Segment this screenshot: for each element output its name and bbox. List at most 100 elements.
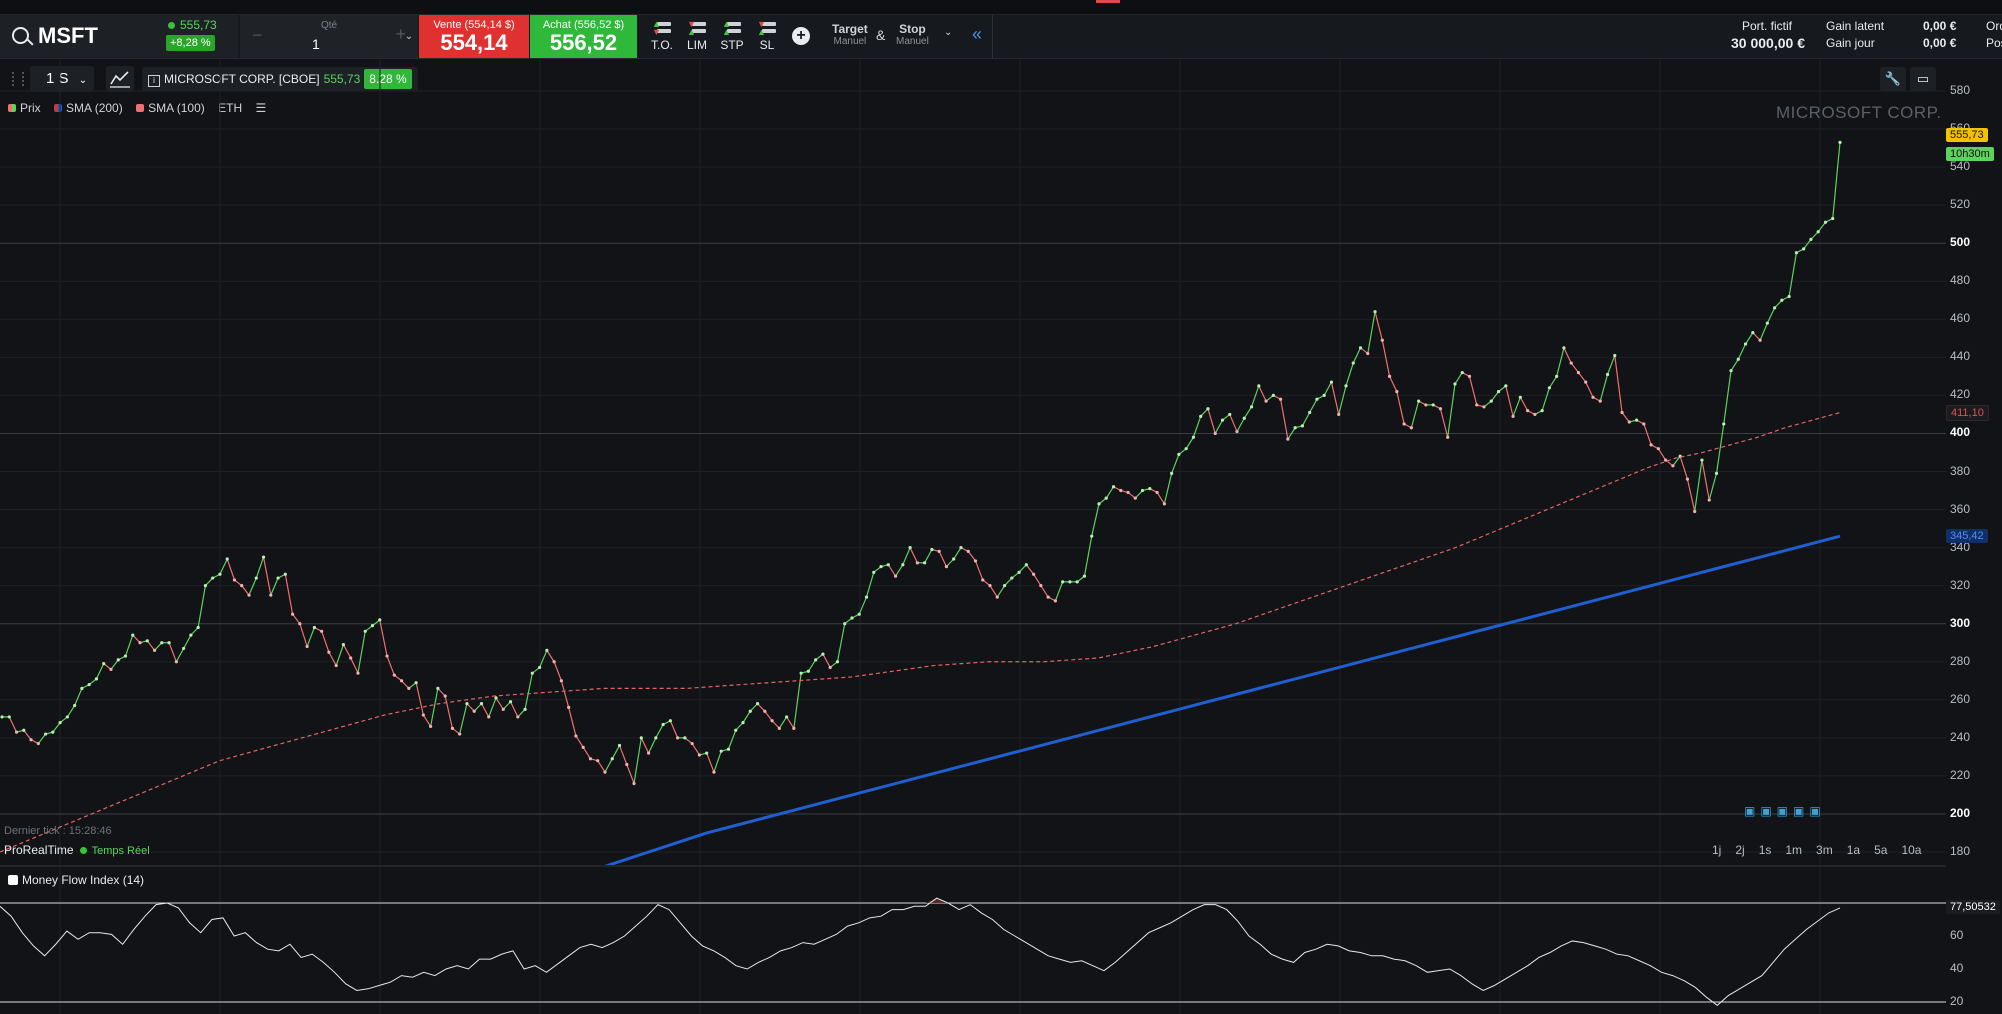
orders-tab-label[interactable]: Ord	[1986, 19, 2002, 33]
mfi-y-tick-label: 40	[1950, 961, 1964, 975]
stop-button[interactable]: Stop Manuel	[896, 22, 929, 47]
order-type-lim-button[interactable]: ▼ ▲ LIM	[680, 18, 714, 56]
symbol-search[interactable]: MSFT	[0, 15, 160, 58]
price-segment	[524, 673, 533, 710]
price-segment	[582, 747, 591, 760]
price-segment	[938, 551, 947, 567]
order-lim-icon: ▼ ▲	[687, 20, 707, 37]
positions-tab-label[interactable]: Pos	[1986, 36, 2002, 50]
collapse-icon[interactable]: «	[972, 24, 982, 45]
order-type-sl-button[interactable]: ▼ ▲ SL	[750, 18, 784, 56]
price-point	[1351, 361, 1355, 365]
price-point	[632, 781, 636, 786]
price-point	[952, 557, 956, 561]
price-segment	[924, 549, 933, 564]
price-segment	[626, 764, 635, 784]
range-2j[interactable]: 2j	[1735, 843, 1744, 857]
price-point	[915, 561, 919, 565]
price-segment	[865, 572, 875, 598]
range-1j[interactable]: 1j	[1712, 843, 1721, 857]
qty-value[interactable]: 1	[312, 36, 320, 52]
price-segment	[66, 705, 76, 718]
portfolio-amount: 30 000,00 €	[1731, 35, 1805, 51]
price-segment	[1577, 372, 1587, 383]
y-tick-label: 400	[1950, 425, 1971, 440]
price-point	[414, 681, 418, 685]
y-tick-label: 460	[1950, 311, 1971, 326]
price-segment	[509, 701, 519, 718]
price-segment	[1091, 503, 1100, 537]
price-point	[1032, 572, 1036, 576]
price-segment	[1512, 397, 1521, 417]
order-type-to-button[interactable]: ▲ ▼ T.O.	[645, 18, 679, 56]
price-point	[1838, 140, 1842, 144]
mfi-title[interactable]: Money Flow Index (14)	[8, 873, 144, 887]
price-point	[705, 751, 709, 755]
range-5a[interactable]: 5a	[1874, 843, 1887, 857]
price-point	[320, 629, 324, 633]
price-point	[341, 643, 346, 647]
price-point	[1387, 374, 1392, 378]
price-segment	[1803, 239, 1812, 250]
price-point	[1431, 403, 1435, 407]
y-tick-label: 180	[1950, 844, 1971, 858]
order-type-label: LIM	[686, 38, 707, 52]
price-segment	[292, 613, 301, 625]
price-segment	[1447, 383, 1456, 438]
price-point	[1584, 380, 1588, 384]
price-segment	[1454, 372, 1463, 385]
range-1m[interactable]: 1m	[1785, 843, 1802, 857]
price-point	[712, 770, 716, 774]
price-segment	[306, 627, 315, 647]
price-segment	[618, 745, 628, 765]
last-tick: Dernier tick : 15:28:46	[4, 825, 112, 837]
price-point	[1308, 410, 1312, 415]
price-point	[472, 709, 476, 713]
price-point	[1068, 580, 1072, 584]
price-point	[1104, 496, 1108, 500]
price-point	[908, 546, 912, 550]
price-segment	[1563, 347, 1572, 364]
price-point	[1787, 294, 1791, 299]
price-point	[1366, 351, 1370, 356]
target-button[interactable]: Target Manuel	[832, 22, 868, 47]
mfi-chart[interactable]	[0, 867, 1946, 1014]
price-point	[174, 660, 178, 664]
price-segment	[146, 640, 156, 651]
price-point	[530, 671, 534, 675]
last-price: 555,73	[180, 18, 217, 32]
y-tick-label: 520	[1950, 197, 1971, 212]
price-segment	[778, 716, 788, 729]
tool-icons[interactable]: ▣▣▣▣▣	[1744, 804, 1826, 818]
price-segment	[546, 650, 555, 663]
add-order-button[interactable]: +	[792, 27, 810, 45]
y-tick-label: 380	[1950, 463, 1971, 478]
price-point	[1598, 399, 1602, 403]
price-chart[interactable]	[0, 60, 1946, 865]
price-segment	[1570, 362, 1579, 373]
price-point	[596, 759, 600, 763]
sell-button[interactable]: Vente (554,14 $) 554,14	[419, 15, 529, 58]
price-point	[182, 646, 186, 651]
buy-button[interactable]: Achat (556,52 $) 556,52	[530, 15, 637, 58]
range-3m[interactable]: 3m	[1816, 843, 1833, 857]
price-point	[479, 702, 484, 706]
price-point	[1446, 435, 1450, 439]
range-1a[interactable]: 1a	[1847, 843, 1860, 857]
range-10a[interactable]: 10a	[1901, 843, 1921, 857]
range-1s[interactable]: 1s	[1759, 843, 1772, 857]
price-segment	[1745, 332, 1754, 345]
price-point	[189, 633, 193, 637]
price-point	[1090, 534, 1094, 538]
price-point	[1184, 447, 1188, 451]
target-dropdown-chevron-icon[interactable]: ⌄	[944, 27, 952, 38]
price-point	[625, 762, 629, 767]
price-segment	[1192, 416, 1202, 438]
qty-dropdown-chevron-icon[interactable]: ⌄	[400, 15, 418, 58]
price-point	[1569, 361, 1573, 365]
order-type-stp-button[interactable]: ▲ ▲ STP	[715, 18, 749, 56]
quantity-stepper[interactable]: − Qté 1 +	[240, 15, 418, 58]
price-point	[1061, 580, 1065, 584]
price-point	[1424, 403, 1428, 407]
price-point	[668, 719, 672, 723]
